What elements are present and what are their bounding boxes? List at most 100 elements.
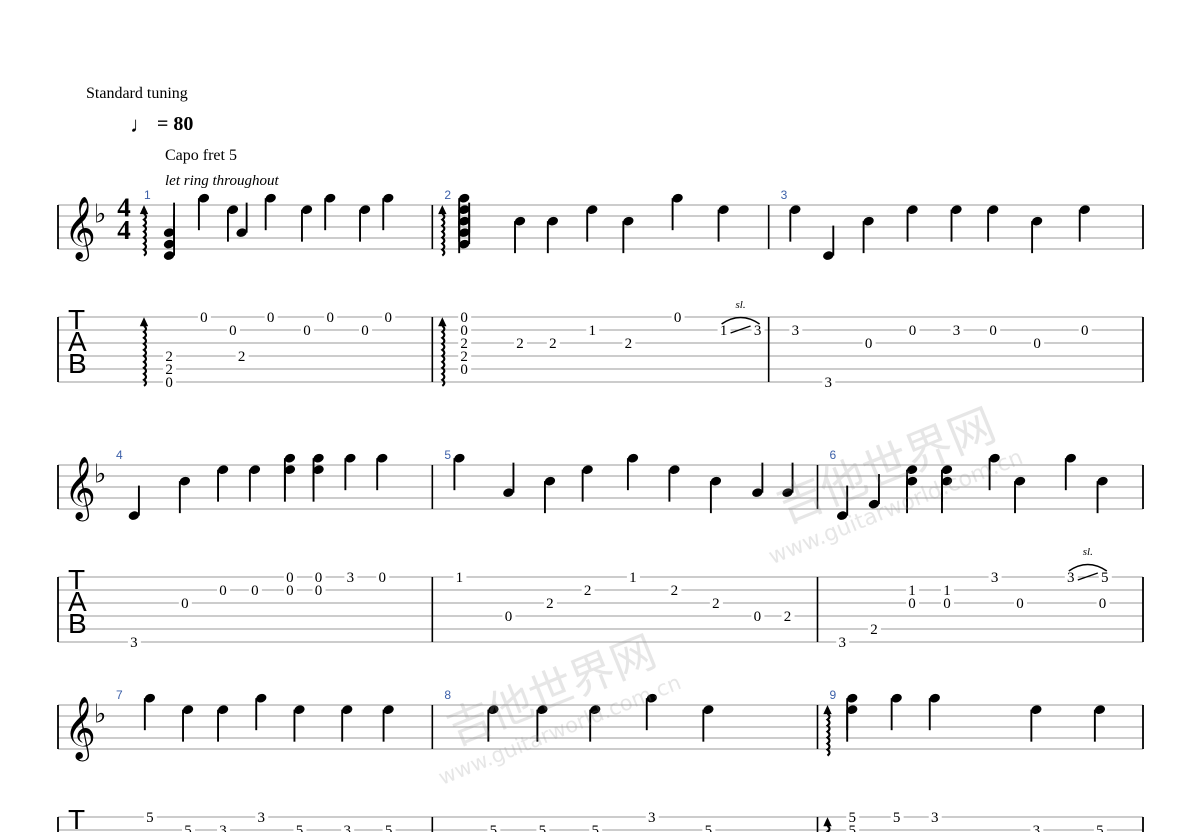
tab-fret-number: 0	[326, 310, 334, 326]
tab-fret-number: 0	[989, 323, 997, 339]
system: 𝄞♭TAB755335358555359555335	[57, 688, 1144, 832]
tab-fret-number: 0	[361, 323, 369, 339]
tab-fret-number: 2	[625, 336, 633, 352]
measure-number: 2	[444, 188, 451, 202]
tab-fret-number: 0	[909, 323, 917, 339]
measure-number: 9	[830, 688, 837, 702]
tab-fret-number: 2	[870, 622, 878, 638]
tuning-label: Standard tuning	[86, 85, 188, 102]
tab-fret-number: 3	[343, 823, 351, 832]
measure-number: 5	[444, 448, 451, 462]
time-signature-denominator: 4	[117, 215, 131, 245]
tab-fret-number: 0	[229, 323, 237, 339]
tab-fret-number: 0	[505, 609, 513, 625]
slide-articulation-label: sl.	[1083, 546, 1093, 558]
arpeggio-arrow-icon	[139, 205, 149, 215]
tab-fret-number: 2	[671, 583, 679, 599]
tab-fret-number: 0	[219, 583, 227, 599]
tab-fret-number: 3	[347, 570, 355, 586]
measure: 1 0 2 2 1 2 2 0 2	[453, 453, 795, 625]
tab-fret-number: 0	[385, 310, 393, 326]
sheet-music-page: Standard tuning ♩ = 80 Capo fret 5 let r…	[0, 0, 1200, 832]
tab-fret-number: 2	[584, 583, 592, 599]
tab-fret-number: 3	[825, 375, 833, 391]
tab-fret-number: 0	[460, 362, 468, 378]
measure: 5 5 5 3 5	[487, 693, 716, 832]
tab-fret-number: 2	[516, 336, 524, 352]
tab-fret-number: 5	[1096, 823, 1104, 832]
measure: 002202 21201 3sl.	[458, 193, 765, 378]
tab-fret-number: 0	[908, 596, 916, 612]
arpeggio-squiggle-icon	[142, 212, 148, 257]
let-ring-direction: let ring throughout	[165, 173, 279, 189]
tab-fret-number: 5	[385, 823, 393, 832]
tab-fret-number: 0	[1033, 336, 1041, 352]
tempo-marking: ♩ = 80	[130, 112, 193, 138]
tab-clef-letter: A	[68, 826, 87, 832]
arpeggio-squiggle-icon	[825, 825, 831, 832]
measure: 3 3 0 0 3 0 0 0	[789, 205, 1092, 391]
tab-fret-number: 3	[1033, 823, 1041, 832]
tab-fret-number: 0	[200, 310, 208, 326]
tab-fret-number: 2	[238, 349, 246, 365]
tab-fret-number: 5	[146, 810, 154, 826]
tab-fret-number: 0	[1016, 596, 1024, 612]
measure-number: 4	[116, 448, 123, 462]
tab-fret-number: 5	[591, 823, 599, 832]
quarter-note-icon: ♩	[130, 112, 152, 137]
tab-fret-number: 0	[267, 310, 275, 326]
arpeggio-squiggle-icon	[825, 712, 831, 757]
tab-fret-number: 0	[1099, 596, 1107, 612]
tab-fret-number: 5	[490, 823, 498, 832]
tab-fret-number: 5	[848, 823, 856, 832]
measure-number: 3	[781, 188, 788, 202]
key-signature-flat-icon: ♭	[94, 700, 106, 729]
measure: 5 5 3 3 5 3 5	[143, 693, 396, 832]
tab-fret-number: 1	[629, 570, 637, 586]
arpeggio-arrow-icon	[823, 817, 832, 827]
tab-fret-number: 0	[378, 570, 386, 586]
tab-clef-letter: B	[68, 348, 87, 379]
measure-number: 7	[116, 688, 123, 702]
tab-fret-number: 3	[1067, 570, 1075, 586]
measure: 300 000003 0	[127, 453, 390, 651]
tab-fret-number: 3	[991, 570, 999, 586]
tab-fret-number: 1	[720, 323, 728, 339]
key-signature-flat-icon: ♭	[94, 460, 106, 489]
tab-fret-number: 0	[286, 583, 294, 599]
measure: 321010303 5sl.0	[836, 453, 1112, 651]
tab-fret-number: 0	[943, 596, 951, 612]
tab-fret-number: 3	[931, 810, 939, 826]
capo-label: Capo fret 5	[165, 147, 237, 164]
tab-fret-number: 2	[712, 596, 720, 612]
tab-fret-number: 3	[792, 323, 800, 339]
tab-fret-number: 0	[754, 609, 762, 625]
arpeggio-arrow-icon	[139, 317, 149, 327]
measure: 555 33 5	[846, 693, 1107, 832]
tab-fret-number: 3	[648, 810, 656, 826]
tab-fret-number: 5	[705, 823, 713, 832]
tab-fret-number: 0	[165, 375, 173, 391]
tab-fret-number: 2	[549, 336, 557, 352]
tempo-value: = 80	[157, 113, 194, 135]
measure: 22000200000	[163, 193, 396, 391]
treble-clef-icon: 𝄞	[64, 458, 96, 522]
arpeggio-arrow-icon	[438, 317, 447, 327]
tab-fret-number: 3	[219, 823, 227, 832]
tab-fret-number: 3	[838, 635, 846, 651]
tab-fret-number: 3	[953, 323, 961, 339]
tab-fret-number: 5	[296, 823, 304, 832]
treble-clef-icon: 𝄞	[64, 698, 96, 762]
tab-fret-number: 2	[546, 596, 554, 612]
tab-fret-number: 0	[315, 583, 323, 599]
tab-fret-number: 3	[754, 323, 762, 339]
arpeggio-squiggle-icon	[440, 212, 446, 257]
arpeggio-arrow-icon	[438, 205, 447, 215]
arpeggio-arrow-icon	[823, 705, 832, 715]
treble-clef-icon: 𝄞	[64, 198, 96, 262]
tab-clef-letter: B	[68, 608, 87, 639]
tab-fret-number: 0	[181, 596, 189, 612]
measure-number: 1	[144, 188, 151, 202]
tab-fret-number: 0	[865, 336, 873, 352]
tab-fret-number: 0	[1081, 323, 1089, 339]
